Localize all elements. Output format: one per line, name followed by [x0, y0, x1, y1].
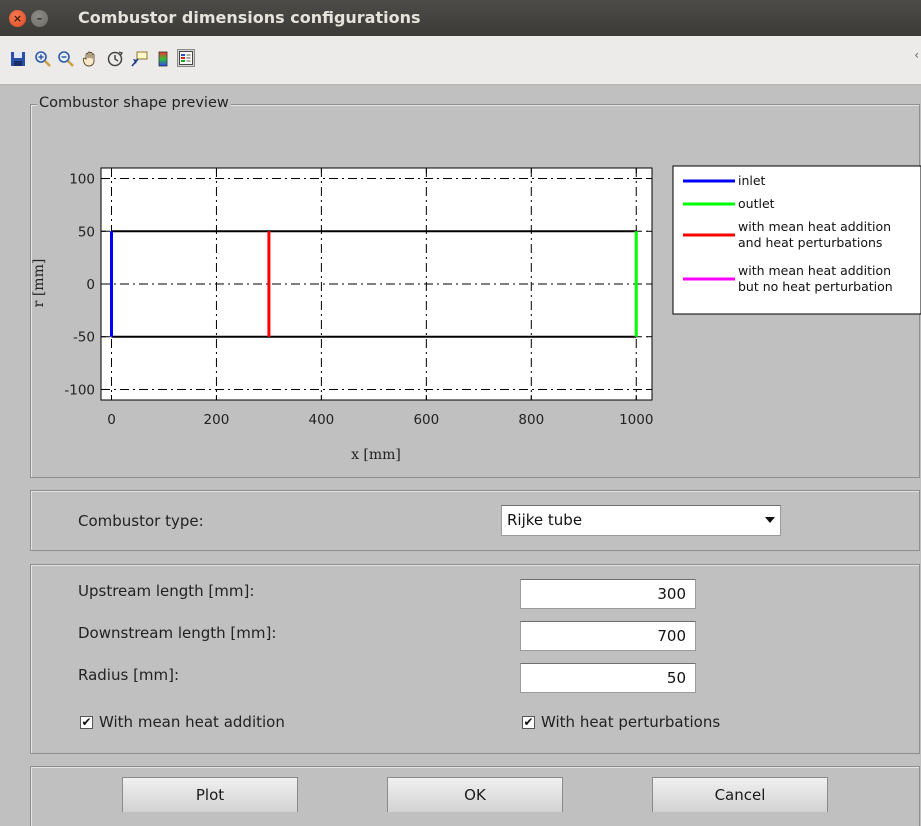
x-tick-label: 600 — [413, 412, 439, 428]
x-tick-label: 1000 — [619, 412, 653, 428]
checkmark-icon: ✔ — [81, 715, 92, 729]
heat-perturbations-label: With heat perturbations — [541, 713, 721, 731]
y-tick-label: 100 — [69, 172, 95, 188]
legend-label: and heat perturbations — [738, 235, 882, 250]
ok-button[interactable]: OK — [387, 777, 563, 812]
y-tick-labels: 100 50 0 -50 -100 — [64, 172, 95, 399]
y-tick-label: -100 — [64, 382, 95, 398]
heat-perturbations-checkbox-box[interactable]: ✔ — [522, 715, 535, 729]
combustor-type-label: Combustor type: — [78, 512, 204, 530]
radius-label: Radius [mm]: — [78, 666, 180, 684]
heat-perturbations-checkbox[interactable]: ✔ With heat perturbations — [522, 713, 720, 731]
radius-input[interactable]: 50 — [520, 663, 696, 693]
combustor-type-select[interactable]: Rijke tube — [501, 505, 781, 536]
mean-heat-checkbox[interactable]: ✔ With mean heat addition — [80, 713, 285, 731]
x-tick-label: 200 — [204, 412, 230, 428]
x-tick-label: 0 — [107, 412, 116, 428]
plot-button[interactable]: Plot — [122, 777, 298, 812]
y-tick-label: 0 — [86, 277, 95, 293]
x-axis-label: x [mm] — [351, 447, 401, 463]
upstream-length-label: Upstream length [mm]: — [78, 582, 255, 600]
legend-label: with mean heat addition — [738, 263, 891, 278]
downstream-length-label: Downstream length [mm]: — [78, 624, 277, 642]
x-tick-labels: 0 200 400 600 800 1000 — [107, 412, 653, 428]
upstream-length-input[interactable]: 300 — [520, 579, 696, 609]
checkmark-icon: ✔ — [523, 715, 534, 729]
legend-label: but no heat perturbation — [738, 279, 893, 294]
combustor-type-value: Rijke tube — [507, 511, 583, 529]
y-tick-label: -50 — [73, 330, 95, 346]
mean-heat-label: With mean heat addition — [99, 713, 285, 731]
downstream-length-input[interactable]: 700 — [520, 621, 696, 651]
y-axis-label: r [mm] — [31, 259, 47, 308]
y-tick-label: 50 — [78, 224, 95, 240]
dropdown-arrow-icon — [765, 517, 775, 523]
x-tick-label: 400 — [309, 412, 335, 428]
cancel-button[interactable]: Cancel — [652, 777, 828, 812]
mean-heat-checkbox-box[interactable]: ✔ — [80, 715, 93, 729]
combustor-chart: 0 200 400 600 800 1000 100 50 0 -50 -100 x [mm] r… — [31, 165, 921, 463]
legend-label: outlet — [738, 196, 775, 211]
legend-label: with mean heat addition — [738, 219, 891, 234]
x-tick-label: 800 — [518, 412, 544, 428]
legend-label: inlet — [738, 173, 766, 188]
